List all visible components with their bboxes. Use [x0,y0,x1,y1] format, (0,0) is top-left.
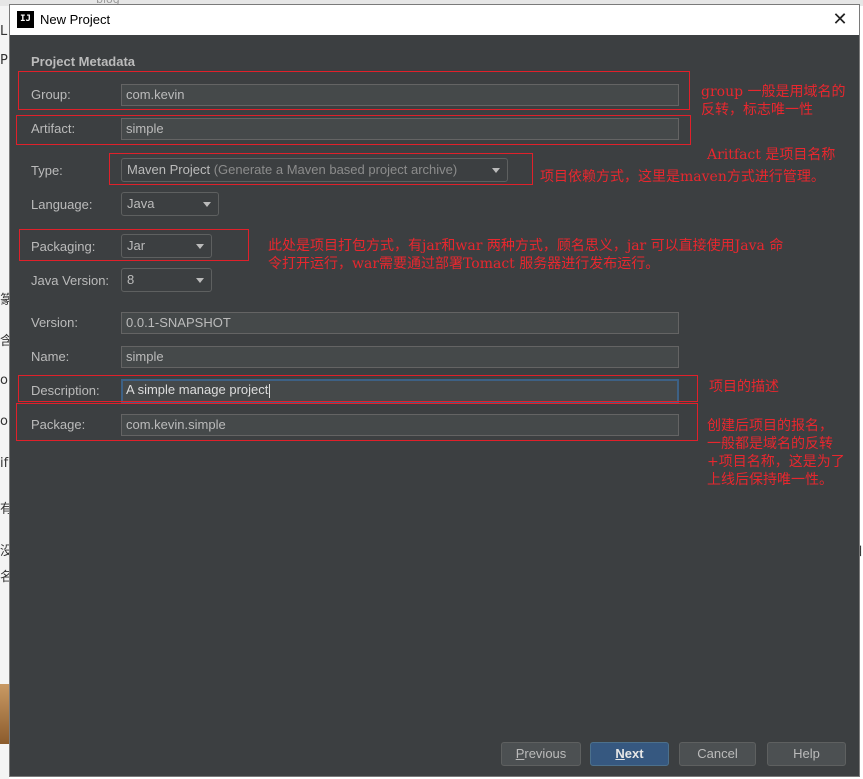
cancel-button[interactable]: Cancel [679,742,756,766]
package-annotation-box [16,403,698,441]
description-annotation-box [18,375,698,402]
group-note-line: group 一般是用域名的 [701,84,846,100]
background-char: L [0,24,8,39]
language-value: Java [127,196,155,211]
background-image [0,684,9,744]
background-page [0,0,9,779]
previous-label: revious [524,746,567,761]
java-version-select[interactable]: 8 [121,268,212,292]
package-note-line: +项目名称，这是为了 [707,454,845,470]
next-label: ext [624,746,644,761]
type-annotation-box [109,153,533,185]
java-version-value: 8 [127,272,135,287]
next-button[interactable]: Next [590,742,669,766]
next-mnemonic: N [615,746,625,761]
background-char: P [0,53,8,68]
package-note: 创建后项目的报名， 一般都是域名的反转 +项目名称，这是为了 上线后保持唯一性。 [707,417,845,489]
title-bar[interactable]: IJ New Project ✕ [10,5,859,35]
name-field[interactable]: simple [121,346,679,368]
name-label: Name: [31,349,70,364]
version-field[interactable]: 0.0.1-SNAPSHOT [121,312,679,334]
packaging-note-line: 此处是项目打包方式，有jar和war 两种方式，顾名思义，jar 可以直接使用J… [268,238,784,254]
type-note: 项目依赖方式，这里是maven方式进行管理。 [540,169,825,185]
chevron-down-icon [203,202,211,207]
close-icon: ✕ [832,9,848,30]
group-note-line: 反转，标志唯一性 [701,102,813,118]
artifact-note: Aritfact 是项目名称 [707,147,836,163]
artifact-annotation-box [16,115,691,145]
help-button[interactable]: Help [767,742,846,766]
type-label: Type: [31,163,63,178]
group-annotation-box [18,71,690,110]
previous-button[interactable]: Previous [501,742,581,766]
background-char: if [0,456,9,471]
section-title: Project Metadata [31,54,136,69]
package-note-line: 创建后项目的报名， [707,418,833,434]
intellij-icon: IJ [17,11,34,28]
java-version-label: Java Version: [31,273,110,288]
version-label: Version: [31,315,78,330]
package-note-line: 一般都是域名的反转 [707,436,833,452]
packaging-note-line: 令打开运行，war需要通过部署Tomact 服务器进行发布运行。 [268,256,660,272]
packaging-note: 此处是项目打包方式，有jar和war 两种方式，顾名思义，jar 可以直接使用J… [268,237,783,273]
package-note-line: 上线后保持唯一性。 [707,472,833,488]
language-label: Language: [31,197,93,212]
packaging-annotation-box [19,229,249,261]
window-title: New Project [40,12,111,27]
language-select[interactable]: Java [121,192,219,216]
description-note: 项目的描述 [709,379,779,395]
chevron-down-icon [196,278,204,283]
group-note: group 一般是用域名的 反转，标志唯一性 [701,83,846,119]
close-button[interactable]: ✕ [828,8,852,32]
